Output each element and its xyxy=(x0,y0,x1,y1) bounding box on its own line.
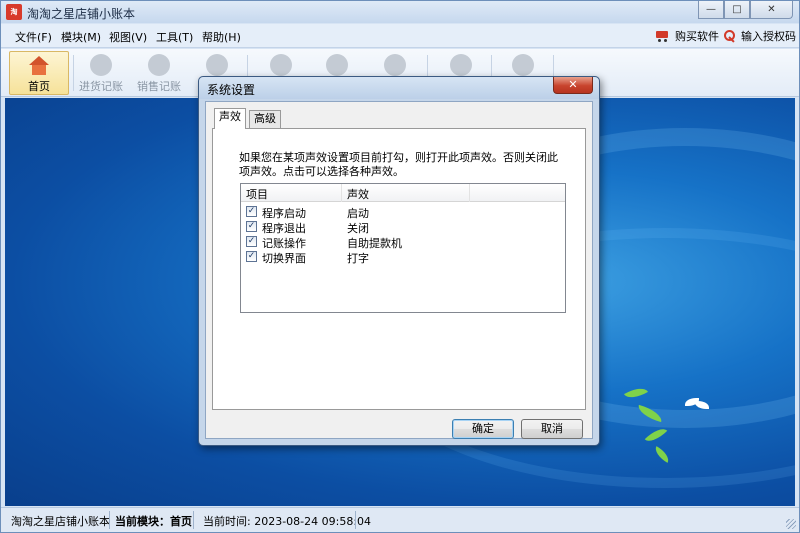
dialog-title-bar[interactable]: 系统设置 ✕ xyxy=(199,77,599,99)
sound-tab-panel: 如果您在某项声效设置项目前打勾，则打开此项声效。否则关闭此项声效。点击可以选择各… xyxy=(212,128,586,410)
module-icon xyxy=(270,54,292,76)
list-item[interactable]: ✓ 切换界面 打字 xyxy=(241,249,565,265)
purchase-icon xyxy=(90,54,112,76)
column-item[interactable]: 项目 xyxy=(246,186,268,202)
title-bar[interactable]: 淘 淘淘之星店铺小账本 — □ ✕ xyxy=(1,1,799,23)
tab-advanced[interactable]: 高级 xyxy=(249,110,281,128)
system-settings-dialog: 系统设置 ✕ 声效 高级 如果您在某项声效设置项目前打勾，则打开此项声效。否则关… xyxy=(198,76,600,446)
tool-purchase-label: 进货记账 xyxy=(79,80,123,93)
sound-description: 如果您在某项声效设置项目前打勾，则打开此项声效。否则关闭此项声效。点击可以选择各… xyxy=(239,151,558,178)
module-icon xyxy=(206,54,228,76)
dialog-close-button[interactable]: ✕ xyxy=(553,77,593,94)
tool-sales-label: 销售记账 xyxy=(137,80,181,93)
menu-view[interactable]: 视图(V) xyxy=(109,29,147,45)
bird-decoration xyxy=(685,398,711,410)
users-icon xyxy=(512,54,534,76)
tool-home-label: 首页 xyxy=(28,80,50,93)
maximize-button[interactable]: □ xyxy=(724,1,750,19)
menu-module[interactable]: 模块(M) xyxy=(61,29,101,45)
sound-list[interactable]: 项目 声效 ✓ 程序启动 启动 ✓ 程序退出 关闭 ✓ 记账操作 自助提款机 ✓… xyxy=(240,183,566,313)
menu-help[interactable]: 帮助(H) xyxy=(202,29,241,45)
buy-software-label: 购买软件 xyxy=(675,30,719,43)
sales-icon xyxy=(148,54,170,76)
cancel-button[interactable]: 取消 xyxy=(521,419,583,439)
column-sound[interactable]: 声效 xyxy=(347,186,369,202)
home-icon xyxy=(28,56,50,76)
status-current-time: 当前时间: 2023-08-24 09:58:04 xyxy=(203,515,372,528)
item-sound: 打字 xyxy=(347,252,369,265)
dialog-body: 声效 高级 如果您在某项声效设置项目前打勾，则打开此项声效。否则关闭此项声效。点… xyxy=(205,101,593,439)
list-item[interactable]: ✓ 程序启动 启动 xyxy=(241,204,565,220)
tool-purchase[interactable]: 进货记账 xyxy=(71,51,131,95)
list-header: 项目 声效 xyxy=(241,184,565,202)
tab-sound[interactable]: 声效 xyxy=(214,108,246,129)
status-app-name: 淘淘之星店铺小账本 xyxy=(11,515,110,528)
app-logo-icon: 淘 xyxy=(6,4,22,20)
window-controls: — □ ✕ xyxy=(698,1,793,19)
status-bar: 淘淘之星店铺小账本 当前模块：首页 当前时间: 2023-08-24 09:58… xyxy=(1,507,799,532)
checkbox[interactable]: ✓ xyxy=(246,221,257,232)
module-icon xyxy=(326,54,348,76)
dialog-title: 系统设置 xyxy=(207,83,256,97)
buy-software-link[interactable]: 购买软件 xyxy=(655,28,719,44)
enter-license-label: 输入授权码 xyxy=(741,30,796,43)
tool-home[interactable]: 首页 xyxy=(9,51,69,95)
status-separator xyxy=(193,511,194,529)
checkbox[interactable]: ✓ xyxy=(246,236,257,247)
column-separator[interactable] xyxy=(341,184,342,202)
menu-file[interactable]: 文件(F) xyxy=(15,29,52,45)
status-separator xyxy=(355,511,356,529)
list-item[interactable]: ✓ 记账操作 自助提款机 xyxy=(241,234,565,250)
tool-sales[interactable]: 销售记账 xyxy=(129,51,189,95)
enter-license-link[interactable]: 输入授权码 xyxy=(723,28,796,44)
column-separator[interactable] xyxy=(469,184,470,202)
phone-icon xyxy=(450,54,472,76)
item-name: 切换界面 xyxy=(262,252,306,265)
ok-button[interactable]: 确定 xyxy=(452,419,514,439)
resize-grip[interactable] xyxy=(786,519,796,529)
minimize-button[interactable]: — xyxy=(698,1,724,19)
status-separator xyxy=(109,511,110,529)
window-title: 淘淘之星店铺小账本 xyxy=(27,7,136,21)
checkbox[interactable]: ✓ xyxy=(246,206,257,217)
menu-bar: 文件(F) 模块(M) 视图(V) 工具(T) 帮助(H) 购买软件 输入授权码 xyxy=(1,24,799,48)
cart-icon xyxy=(655,29,671,43)
key-icon xyxy=(723,29,737,43)
status-current-module: 当前模块：首页 xyxy=(115,515,192,528)
checkbox[interactable]: ✓ xyxy=(246,251,257,262)
close-button[interactable]: ✕ xyxy=(750,1,793,19)
menu-tools[interactable]: 工具(T) xyxy=(156,29,193,45)
chart-icon xyxy=(384,54,406,76)
list-item[interactable]: ✓ 程序退出 关闭 xyxy=(241,219,565,235)
